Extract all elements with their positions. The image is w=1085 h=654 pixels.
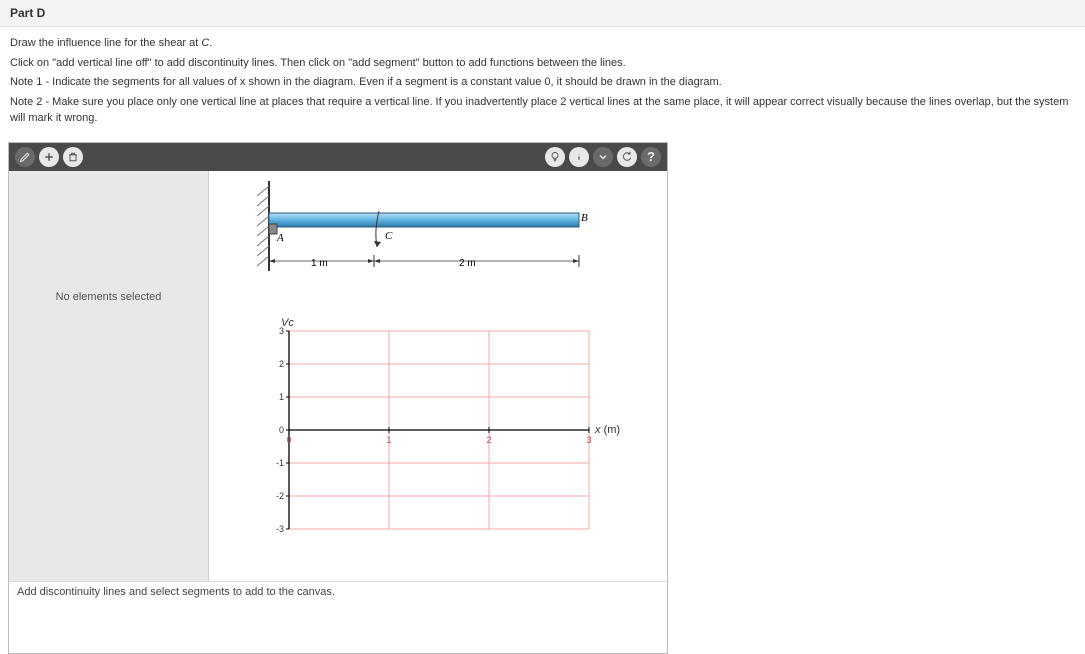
expand-button[interactable] [593,147,613,167]
svg-text:2: 2 [279,359,284,369]
refresh-button[interactable] [617,147,637,167]
svg-text:1: 1 [279,392,284,402]
toolbar: ? [9,143,667,171]
instruction-line-2: Note 1 - Indicate the segments for all v… [10,74,1075,91]
status-bar: Add discontinuity lines and select segme… [9,581,667,605]
svg-text:-3: -3 [276,524,284,534]
point-a-label: A [276,232,284,244]
plus-icon [43,151,55,163]
svg-text:2: 2 [486,435,491,445]
svg-text:0: 0 [279,425,284,435]
point-c-label: C [385,230,393,242]
plot-y-axis-label: Vc [281,317,294,329]
plot-x-axis-label: x (m) [595,424,620,436]
question-icon: ? [647,149,655,164]
canvas-area[interactable]: A B C 1 m 2 m [209,171,667,581]
selection-status: No elements selected [56,291,162,303]
influence-line-plot[interactable]: Vc x (m) [229,321,629,551]
svg-text:1: 1 [386,435,391,445]
dim-1-label: 1 m [311,258,328,269]
trash-icon [67,151,79,163]
help-button[interactable]: ? [641,147,661,167]
beam-diagram: A B C 1 m 2 m [229,181,599,301]
delete-tool-button[interactable] [63,147,83,167]
svg-text:3: 3 [586,435,591,445]
point-b-label: B [581,212,588,224]
instruction-line-1: Click on "add vertical line off" to add … [10,55,1075,72]
workspace: ? No elements selected [8,142,668,654]
add-tool-button[interactable] [39,147,59,167]
hint-button[interactable] [545,147,565,167]
info-icon [573,151,585,163]
refresh-icon [621,151,633,163]
instruction-title: Draw the influence line for the shear at… [10,35,1075,52]
svg-text:-1: -1 [276,458,284,468]
chevron-down-icon [597,151,609,163]
dim-2-label: 2 m [459,258,476,269]
part-header: Part D [0,0,1085,27]
instruction-line-3: Note 2 - Make sure you place only one ve… [10,94,1075,127]
svg-text:-2: -2 [276,491,284,501]
selection-panel: No elements selected [9,171,209,581]
draw-tool-button[interactable] [15,147,35,167]
problem-description: Draw the influence line for the shear at… [0,27,1085,142]
info-button[interactable] [569,147,589,167]
pencil-icon [19,151,31,163]
svg-text:0: 0 [286,435,291,445]
bulb-icon [549,151,561,163]
